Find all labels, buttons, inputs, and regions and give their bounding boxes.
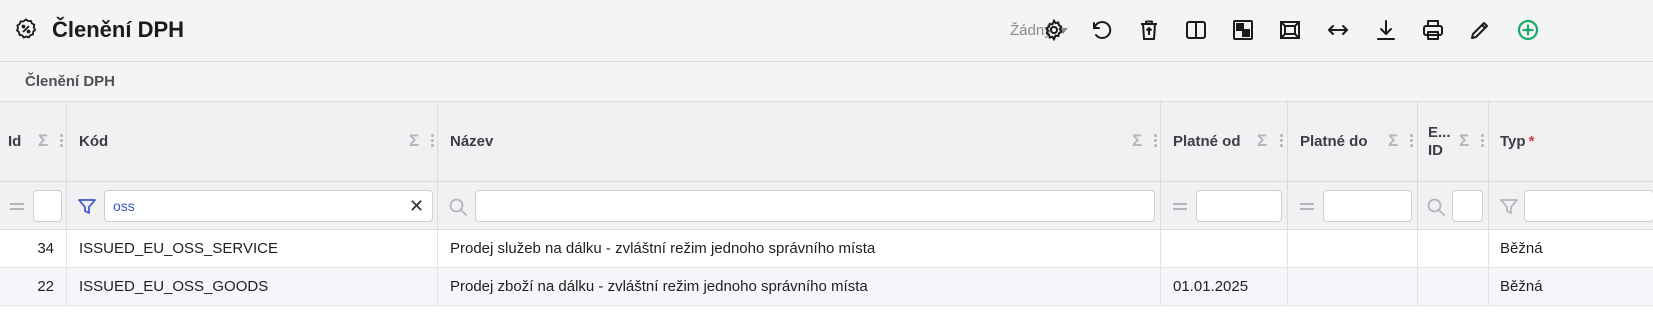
cell-platne-do <box>1288 268 1418 306</box>
column-header-label: Název <box>450 133 494 150</box>
filter-input-kod[interactable]: oss <box>104 190 433 222</box>
table-row[interactable]: 34 ISSUED_EU_OSS_SERVICE Prodej služeb n… <box>0 230 1653 268</box>
export-button[interactable] <box>1373 17 1399 43</box>
column-menu-icon[interactable] <box>1410 134 1413 148</box>
add-button[interactable] <box>1515 17 1541 43</box>
cell-e-id <box>1418 268 1489 306</box>
filter-input-e-id[interactable] <box>1452 190 1483 222</box>
cell-platne-od: 01.01.2025 <box>1161 268 1288 306</box>
delete-button[interactable] <box>1136 17 1162 43</box>
table-row[interactable]: 22 ISSUED_EU_OSS_GOODS Prodej zboží na d… <box>0 268 1653 306</box>
layout-button[interactable] <box>1230 17 1256 43</box>
cell-typ: Běžná <box>1500 278 1543 295</box>
pencil-icon <box>1471 22 1488 39</box>
split-view-button[interactable] <box>1183 17 1209 43</box>
column-header-typ[interactable]: Typ * <box>1489 102 1653 182</box>
search-icon[interactable] <box>1426 197 1446 217</box>
equals-icon[interactable] <box>1173 203 1187 211</box>
filter-input-platne-od[interactable] <box>1196 190 1282 222</box>
filter-input-platne-do[interactable] <box>1323 190 1412 222</box>
column-header-label: Typ * <box>1500 133 1535 150</box>
filter-cell-id <box>0 182 67 230</box>
undo-icon <box>1093 21 1112 39</box>
section-header: Členění DPH <box>0 62 1653 102</box>
column-header-kod[interactable]: Kód Σ <box>67 102 438 182</box>
filter-cell-typ <box>1489 182 1653 230</box>
grid-filter-row: oss ✕ <box>0 182 1653 230</box>
cell-platne-od <box>1161 230 1288 268</box>
search-icon[interactable] <box>448 197 468 217</box>
columns-icon <box>1186 21 1206 39</box>
cell-platne-do <box>1288 230 1418 268</box>
print-button[interactable] <box>1420 17 1446 43</box>
download-icon <box>1377 20 1395 40</box>
filter-cell-kod: oss ✕ <box>67 182 438 230</box>
cell-kod: ISSUED_EU_OSS_GOODS <box>67 268 438 306</box>
sum-icon[interactable]: Σ <box>1459 131 1469 151</box>
section-title: Členění DPH <box>25 73 116 90</box>
column-header-e-id[interactable]: E... ID Σ <box>1418 102 1489 182</box>
plus-circle-icon <box>1517 19 1539 41</box>
column-menu-icon[interactable] <box>1280 134 1283 148</box>
column-menu-icon[interactable] <box>1154 134 1157 148</box>
filter-cell-nazev <box>438 182 1161 230</box>
fit-screen-button[interactable] <box>1277 17 1303 43</box>
close-icon[interactable]: ✕ <box>409 196 424 217</box>
frame-icon <box>1280 21 1300 39</box>
cell-id: 22 <box>0 268 67 306</box>
column-header-platne-od[interactable]: Platné od Σ <box>1161 102 1288 182</box>
cell-e-id <box>1418 230 1489 268</box>
printer-icon <box>1423 20 1443 40</box>
cell-nazev: Prodej zboží na dálku - zvláštní režim j… <box>438 268 1161 306</box>
trash-icon <box>1141 20 1157 40</box>
cell-nazev: Prodej služeb na dálku - zvláštní režim … <box>438 230 1161 268</box>
column-header-label: Platné od <box>1173 133 1241 150</box>
page-title: Členění DPH <box>52 17 185 42</box>
cell-id: 34 <box>0 230 67 268</box>
column-menu-icon[interactable] <box>431 134 434 148</box>
column-header-label: Platné do <box>1300 133 1368 150</box>
arrows-horizontal-icon <box>1327 25 1349 35</box>
filter-input-id[interactable] <box>33 190 62 222</box>
refresh-button[interactable] <box>1089 17 1115 43</box>
expand-width-button[interactable] <box>1325 17 1351 43</box>
sum-icon[interactable]: Σ <box>1388 131 1398 151</box>
sum-icon[interactable]: Σ <box>1132 131 1142 151</box>
column-header-label: Id <box>8 133 22 150</box>
column-header-id[interactable]: Id Σ <box>0 102 67 182</box>
sum-icon[interactable]: Σ <box>38 131 48 151</box>
filter-cell-platne-od <box>1161 182 1288 230</box>
sum-icon[interactable]: Σ <box>409 131 419 151</box>
column-menu-icon[interactable] <box>1481 134 1484 148</box>
column-menu-icon[interactable] <box>60 134 63 148</box>
settings-button[interactable] <box>1041 17 1067 43</box>
percent-badge-icon <box>15 18 37 39</box>
filter-cell-platne-do <box>1288 182 1418 230</box>
grid-tiles-icon <box>1233 20 1253 40</box>
app-header: Členění DPH Žádný <box>0 0 1653 62</box>
equals-icon[interactable] <box>10 203 24 211</box>
cell-kod: ISSUED_EU_OSS_SERVICE <box>67 230 438 268</box>
column-header-label: Kód <box>79 133 109 150</box>
sum-icon[interactable]: Σ <box>1257 131 1267 151</box>
filter-input-nazev[interactable] <box>475 190 1155 222</box>
edit-button[interactable] <box>1467 17 1493 43</box>
filter-funnel-icon[interactable] <box>1499 197 1519 217</box>
gear-icon <box>1045 18 1063 42</box>
equals-icon[interactable] <box>1300 203 1314 211</box>
column-header-label: E... ID <box>1428 124 1451 159</box>
grid-header-row: Id Σ Kód Σ Název Σ Platné od Σ Platné do… <box>0 102 1653 182</box>
column-header-platne-do[interactable]: Platné do Σ <box>1288 102 1418 182</box>
filter-funnel-icon[interactable] <box>77 197 97 217</box>
column-header-nazev[interactable]: Název Σ <box>438 102 1161 182</box>
filter-input-typ[interactable] <box>1524 190 1653 222</box>
filter-cell-e-id <box>1418 182 1489 230</box>
cell-typ: Běžná <box>1500 240 1543 257</box>
